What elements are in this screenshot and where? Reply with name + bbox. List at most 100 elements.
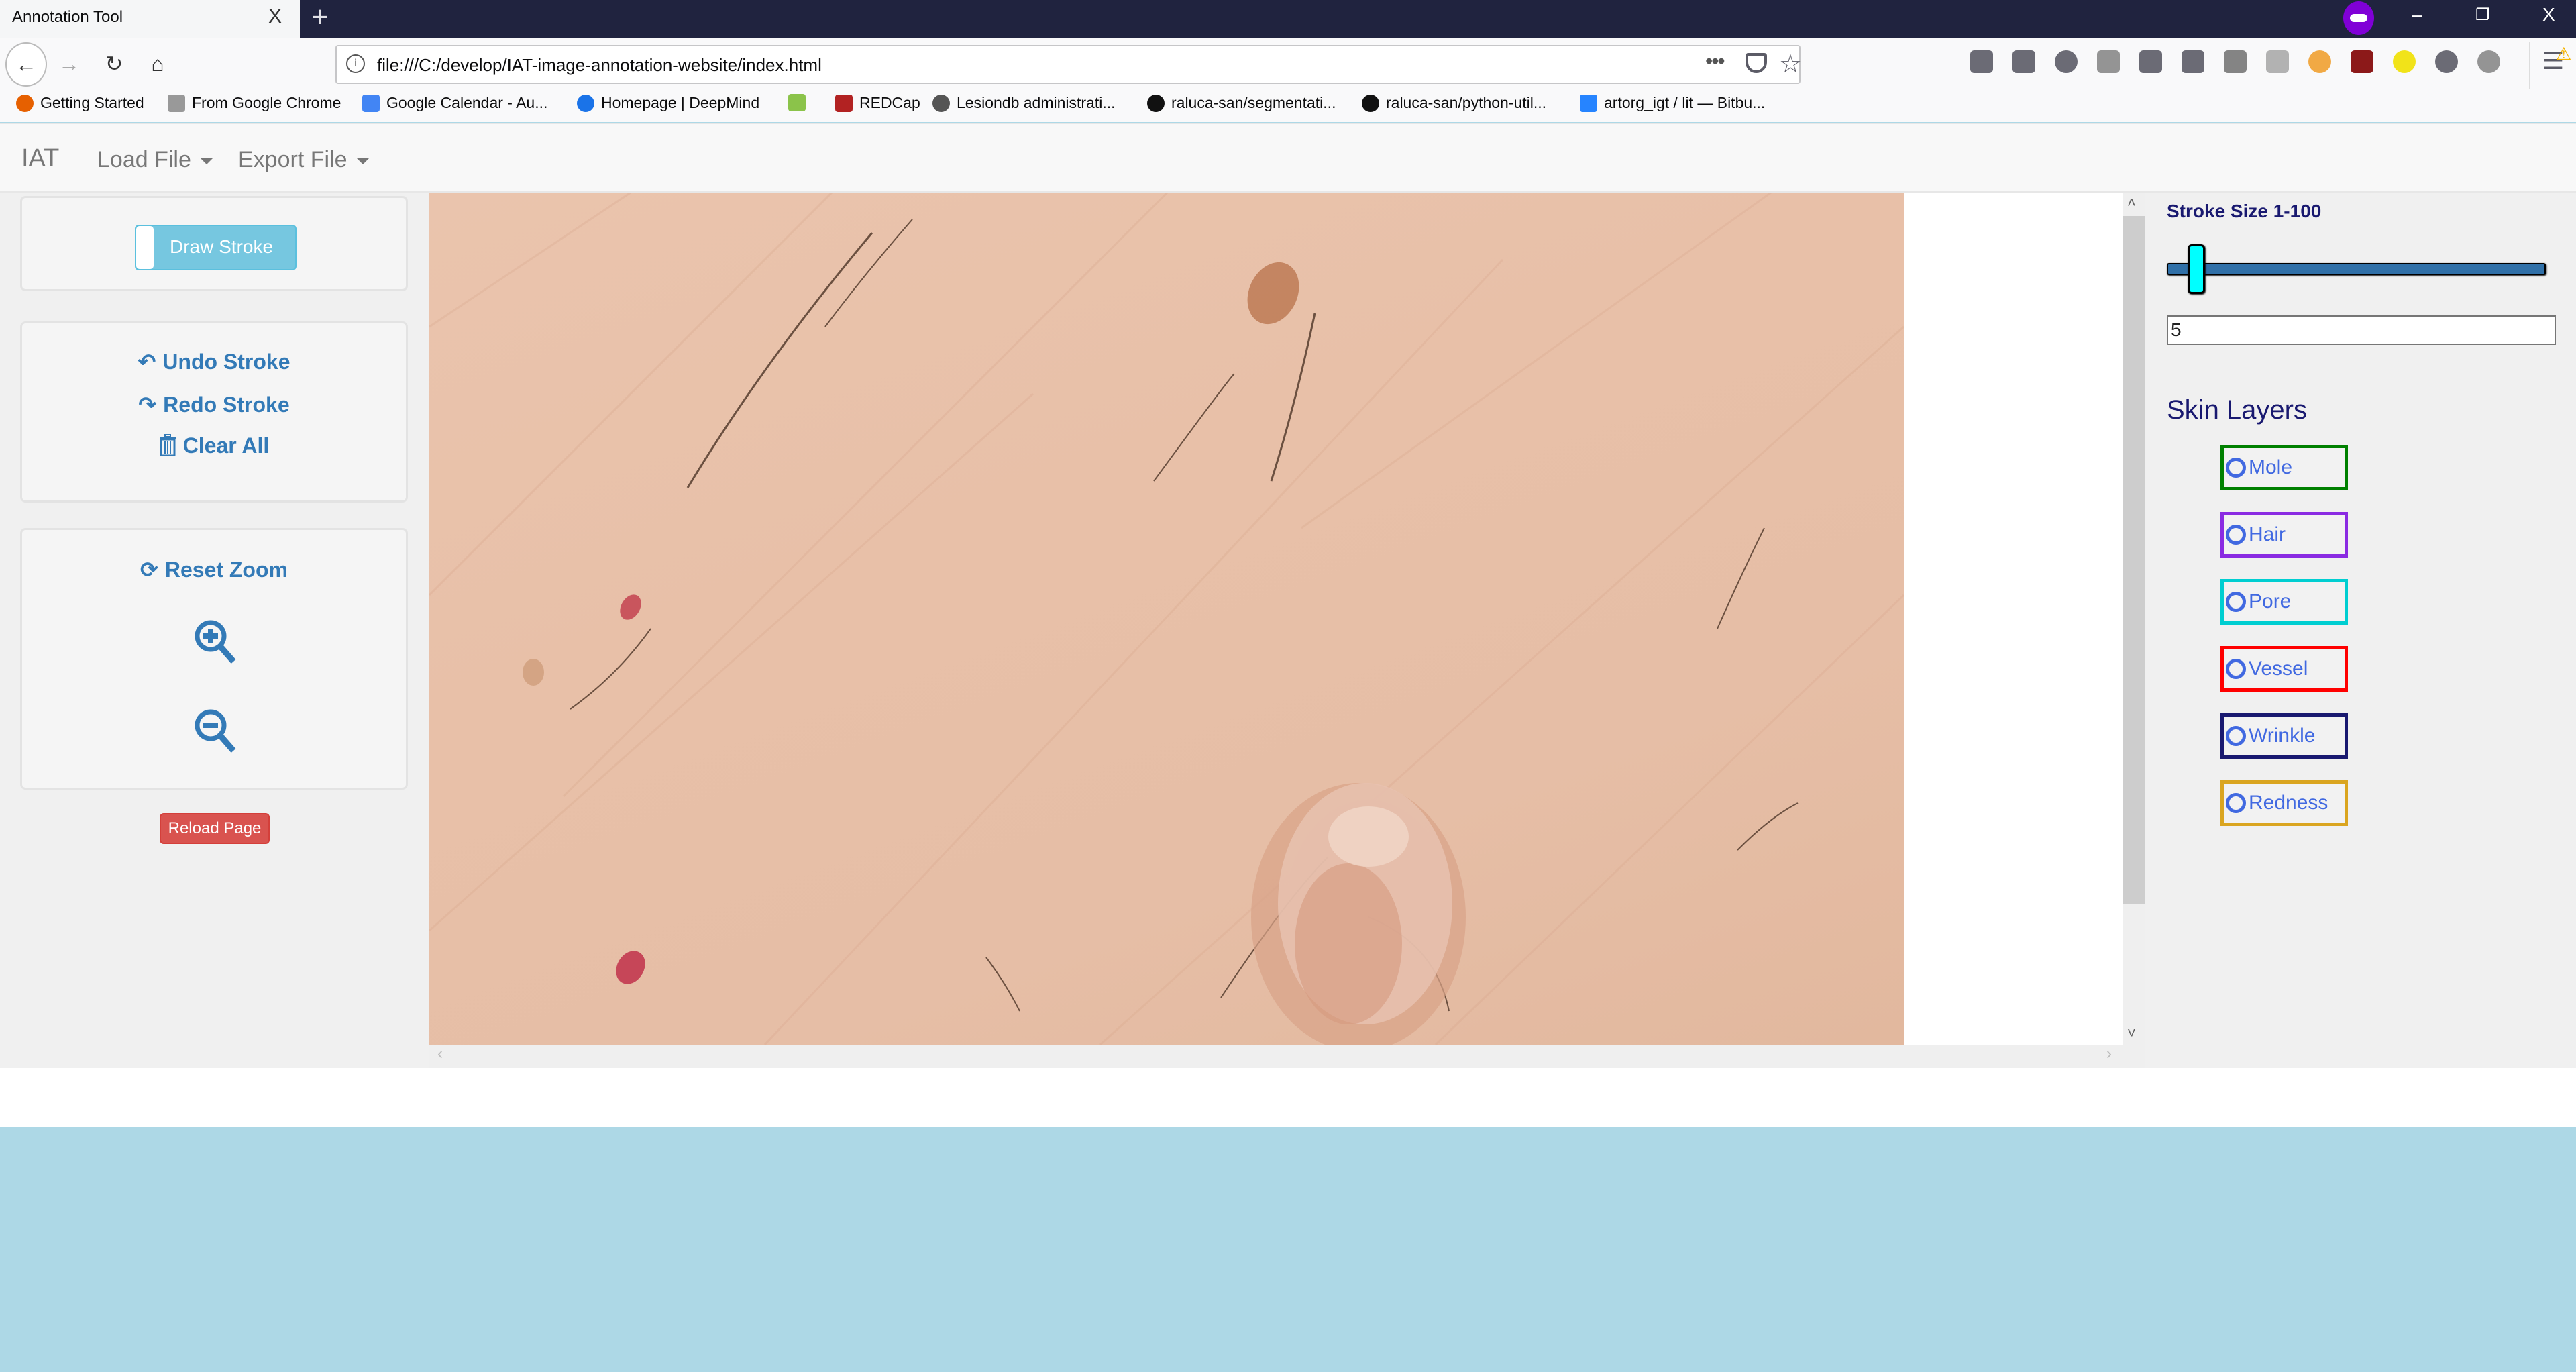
- layer-button-pore[interactable]: Pore: [2220, 579, 2348, 625]
- bookmark-label: raluca-san/python-util...: [1386, 94, 1547, 111]
- redo-icon: ↷: [138, 392, 157, 417]
- layer-button-mole[interactable]: Mole: [2220, 445, 2348, 490]
- tab-title: Annotation Tool: [12, 8, 123, 26]
- bookmark-item[interactable]: Homepage | DeepMind: [577, 94, 759, 112]
- trash-icon: [159, 433, 176, 458]
- radio-icon[interactable]: [2226, 793, 2246, 813]
- redo-stroke-button[interactable]: ↷ Redo Stroke: [22, 392, 406, 417]
- brand-logo[interactable]: IAT: [21, 144, 59, 173]
- bookmarks-bar: Getting Started From Google Chrome Google …: [0, 89, 2576, 122]
- mole-spot: [1247, 262, 1299, 325]
- draw-panel: Draw Stroke: [20, 196, 408, 291]
- layer-button-redness[interactable]: Redness: [2220, 780, 2348, 826]
- minimize-button[interactable]: –: [2412, 4, 2422, 25]
- firefox-icon: [16, 94, 34, 112]
- horizontal-scrollbar[interactable]: ‹ ›: [429, 1045, 2123, 1068]
- back-button[interactable]: ←: [5, 42, 47, 87]
- hat-icon[interactable]: [2182, 50, 2204, 73]
- draw-stroke-toggle[interactable]: Draw Stroke: [135, 225, 297, 270]
- info-icon[interactable]: i: [346, 54, 365, 73]
- lesion: [1251, 783, 1466, 1045]
- history-icon[interactable]: [2055, 50, 2078, 73]
- account-icon[interactable]: [2435, 50, 2458, 73]
- bookmark-label: Homepage | DeepMind: [601, 94, 760, 111]
- url-bar[interactable]: i file:///C:/develop/IAT-image-annotatio…: [335, 45, 1802, 84]
- hand-stop-icon[interactable]: [2139, 50, 2162, 73]
- stroke-size-slider[interactable]: [2167, 244, 2546, 294]
- left-tool-panel: Draw Stroke ↶ Undo Stroke ↷ Redo Stroke Cl…: [0, 193, 429, 1068]
- pinterest-icon[interactable]: [2477, 50, 2500, 73]
- bulb-icon[interactable]: [2393, 50, 2416, 73]
- home-icon: ⌂: [151, 51, 164, 76]
- bookmark-item[interactable]: Google Calendar - Au...: [362, 94, 547, 112]
- layer-label: Vessel: [2249, 657, 2308, 680]
- sidebar-icon[interactable]: [2012, 50, 2035, 73]
- url-input[interactable]: file:///C:/develop/IAT-image-annotation-…: [377, 55, 822, 76]
- scroll-right-arrow-icon[interactable]: ›: [2106, 1045, 2112, 1063]
- bitwarden-icon[interactable]: [2224, 50, 2247, 73]
- layer-label: Redness: [2249, 792, 2328, 814]
- vertical-scrollbar[interactable]: ˄ ˅: [2123, 193, 2145, 1068]
- deepmind-icon: [577, 94, 594, 112]
- radio-icon[interactable]: [2226, 592, 2246, 612]
- scroll-up-arrow-icon[interactable]: ˄: [2127, 194, 2136, 211]
- skin-image-canvas[interactable]: [429, 193, 1904, 1045]
- bookmark-star-icon[interactable]: ☆: [1779, 49, 1802, 79]
- undo-stroke-button[interactable]: ↶ Undo Stroke: [22, 349, 406, 374]
- document-icon[interactable]: [2266, 50, 2289, 73]
- bookmark-label: raluca-san/segmentati...: [1171, 94, 1336, 111]
- layer-button-wrinkle[interactable]: Wrinkle: [2220, 713, 2348, 759]
- cplus-icon[interactable]: [2308, 50, 2331, 73]
- arrow-left-icon: ←: [15, 52, 37, 76]
- refresh-icon: ⟳: [140, 558, 158, 582]
- bitbucket-icon: [1580, 94, 1597, 112]
- freckle-spot: [523, 659, 544, 686]
- close-window-button[interactable]: X: [2542, 4, 2555, 25]
- github-icon: [1147, 94, 1165, 112]
- layer-button-vessel[interactable]: Vessel: [2220, 646, 2348, 692]
- toggle-knob: [136, 226, 154, 269]
- pocket-icon[interactable]: [1746, 53, 1767, 73]
- export-file-dropdown[interactable]: Export File: [238, 147, 369, 173]
- radio-icon[interactable]: [2226, 458, 2246, 478]
- bookmark-label: artorg_igt / lit — Bitbu...: [1604, 94, 1766, 111]
- zoom-out-icon[interactable]: [192, 706, 240, 755]
- bookmark-item[interactable]: Getting Started: [16, 94, 144, 112]
- maximize-button[interactable]: ❐: [2475, 5, 2490, 25]
- zoom-in-icon[interactable]: [192, 617, 240, 666]
- reload-button[interactable]: ↻: [97, 47, 131, 81]
- bookmark-item[interactable]: raluca-san/python-util...: [1362, 94, 1546, 112]
- scrollbar-thumb[interactable]: [2123, 216, 2145, 904]
- reset-zoom-button[interactable]: ⟳ Reset Zoom: [22, 557, 406, 582]
- shield-lock-icon[interactable]: [2097, 50, 2120, 73]
- ublock-icon[interactable]: [2351, 50, 2373, 73]
- scroll-left-arrow-icon[interactable]: ‹: [437, 1045, 443, 1063]
- layer-button-hair[interactable]: Hair: [2220, 512, 2348, 558]
- forward-button[interactable]: →: [52, 47, 86, 81]
- slider-handle[interactable]: [2187, 244, 2205, 294]
- bookmark-item[interactable]: REDCap: [835, 94, 920, 112]
- radio-icon[interactable]: [2226, 659, 2246, 679]
- bookmark-item[interactable]: raluca-san/segmentati...: [1147, 94, 1336, 112]
- stroke-size-label: Stroke Size 1-100: [2167, 201, 2322, 221]
- new-tab-button[interactable]: +: [311, 0, 329, 35]
- tab-close-icon[interactable]: X: [268, 5, 282, 28]
- layer-label: Mole: [2249, 456, 2293, 478]
- home-button[interactable]: ⌂: [141, 47, 174, 81]
- reload-page-button[interactable]: Reload Page: [160, 813, 270, 844]
- page-actions-icon[interactable]: •••: [1705, 49, 1725, 74]
- github-icon: [1362, 94, 1379, 112]
- clear-all-button[interactable]: Clear All: [22, 433, 406, 458]
- radio-icon[interactable]: [2226, 525, 2246, 545]
- bookmark-item[interactable]: From Google Chrome: [168, 94, 341, 112]
- load-file-dropdown[interactable]: Load File: [97, 147, 213, 173]
- bookmark-item[interactable]: Lesiondb administrati...: [932, 94, 1116, 112]
- browser-tab[interactable]: Annotation Tool X: [0, 0, 300, 38]
- bookmark-item[interactable]: artorg_igt / lit — Bitbu...: [1580, 94, 1765, 112]
- scroll-down-arrow-icon[interactable]: ˅: [2127, 1024, 2136, 1042]
- bookmark-label: Google Calendar - Au...: [386, 94, 548, 111]
- stroke-size-input[interactable]: [2167, 315, 2556, 345]
- radio-icon[interactable]: [2226, 726, 2246, 746]
- library-icon[interactable]: [1970, 50, 1993, 73]
- bookmark-item[interactable]: [788, 94, 812, 111]
